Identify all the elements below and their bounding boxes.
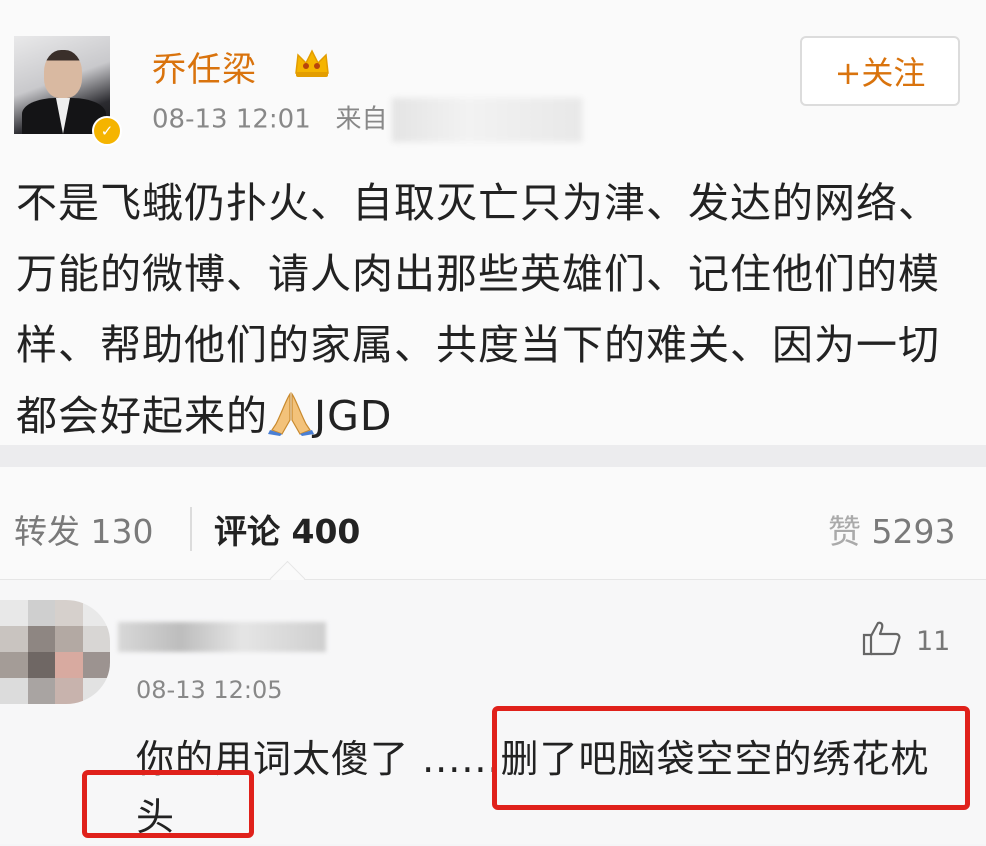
comment-like-count: 11 — [916, 626, 951, 657]
post-text: 不是飞蛾仍扑火、自取灭亡只为津、发达的网络、万能的微博、请人肉出那些英雄们、记住… — [16, 179, 940, 440]
verified-badge-icon: ✓ — [92, 116, 122, 146]
weibo-post: ✓ 乔任梁 08-13 12:01 来自 +关注 不是飞蛾仍扑火、自取灭亡只为津… — [0, 0, 986, 445]
like-label: 赞 — [828, 512, 861, 551]
post-source-label: 来自 — [335, 104, 388, 135]
commenter-avatar-redacted[interactable] — [0, 600, 110, 704]
post-text-suffix: JGD — [314, 392, 393, 440]
stats-separator — [190, 507, 192, 551]
section-divider — [0, 445, 986, 467]
post-content: 不是飞蛾仍扑火、自取灭亡只为津、发达的网络、万能的微博、请人肉出那些英雄们、记住… — [16, 168, 966, 452]
commenter-name-redacted[interactable] — [118, 622, 326, 652]
post-source-redacted — [391, 98, 582, 142]
like-count: 5293 — [871, 512, 956, 551]
post-meta: 08-13 12:01 来自 — [152, 98, 582, 142]
highlight-box — [492, 706, 970, 810]
like-tab[interactable]: 赞 5293 — [828, 505, 955, 553]
comment-like-button[interactable]: 11 — [862, 620, 950, 657]
comment-tab[interactable]: 评论 400 — [214, 505, 360, 553]
post-stats-bar: 转发 130 评论 400 赞 5293 — [0, 467, 986, 580]
highlight-box — [82, 770, 254, 838]
vip-crown-icon — [295, 49, 329, 77]
praying-hands-icon — [268, 392, 314, 436]
post-timestamp: 08-13 12:01 — [152, 104, 311, 135]
repost-tab[interactable]: 转发 130 — [14, 505, 153, 553]
poster-username[interactable]: 乔任梁 — [152, 42, 257, 91]
comment-timestamp: 08-13 12:05 — [136, 676, 283, 704]
follow-button[interactable]: +关注 — [800, 36, 960, 106]
thumb-up-icon — [862, 621, 901, 656]
